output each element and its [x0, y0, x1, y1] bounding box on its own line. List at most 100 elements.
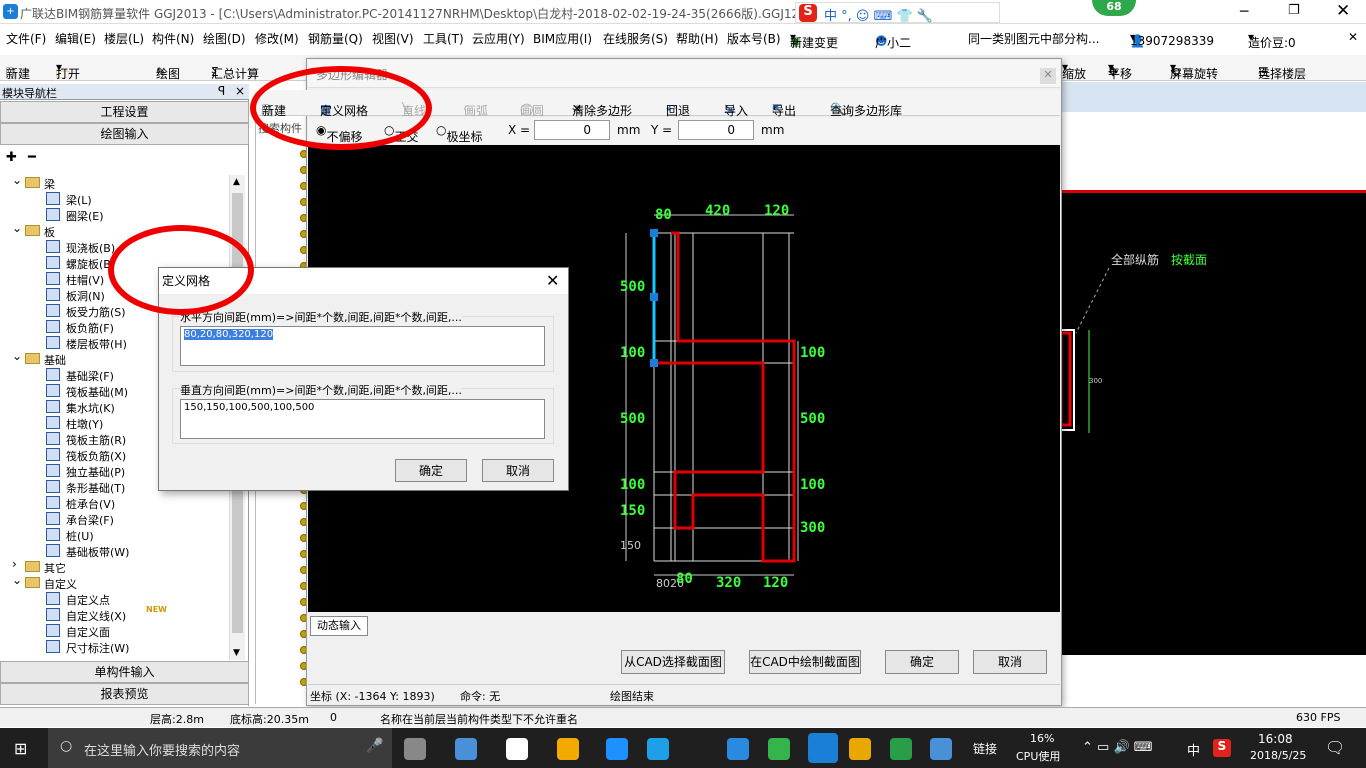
clock-time[interactable]: 16:08 — [1258, 732, 1293, 746]
minimize-button[interactable]: ─ — [1240, 4, 1248, 20]
menu-view[interactable]: 视图(V) — [372, 30, 414, 47]
menu-bim[interactable]: BIM应用(I) — [533, 30, 592, 47]
ie-icon[interactable] — [506, 738, 528, 760]
settings-app-icon[interactable] — [557, 738, 579, 760]
dialog-cancel-button[interactable]: 取消 — [482, 459, 554, 482]
menu-online[interactable]: 在线服务(S) — [603, 30, 668, 47]
vertex-handle[interactable] — [650, 229, 658, 237]
close-window-button[interactable]: ✕ — [1336, 1, 1350, 21]
polygon-editor-close-icon[interactable]: ✕ — [1040, 68, 1056, 84]
report-preview-button[interactable]: 报表预览 — [0, 683, 249, 705]
nav-panel-header: 模块导航栏 ꟼ × — [0, 84, 249, 100]
draw-input-button[interactable]: 绘图输入 — [0, 123, 249, 145]
dynamic-input-tab[interactable]: 动态输入 — [310, 616, 368, 636]
tree-folder[interactable]: › 其它 — [0, 557, 229, 575]
beans-menu[interactable]: 造价豆:0 ▾ — [1248, 30, 1296, 50]
notification-icon[interactable]: 🗨 — [1325, 738, 1345, 757]
component-icon — [46, 624, 60, 637]
menu-modify[interactable]: 修改(M) — [255, 30, 299, 47]
poly-ok-button[interactable]: 确定 — [885, 650, 959, 674]
tree-item[interactable]: 圈梁(E) — [0, 207, 229, 223]
collapse-all-icon[interactable]: ━ — [28, 150, 36, 165]
edge-icon[interactable] — [606, 738, 628, 760]
glodon-plus-icon[interactable] — [808, 733, 838, 763]
tree-expander-icon[interactable]: ⌄ — [12, 221, 22, 235]
ime-toolbar[interactable]: S中 °, ☺ ⌨ 👕 🔧 — [795, 2, 1000, 24]
f-app-icon[interactable] — [890, 738, 912, 760]
tree-item[interactable]: 尺寸标注(W) — [0, 639, 229, 655]
expand-all-icon[interactable]: ✚ — [6, 150, 17, 165]
tree-item[interactable]: 梁(L) — [0, 191, 229, 207]
open-button[interactable]: 🗁 打开 ▾ — [56, 60, 80, 81]
folder-icon — [25, 577, 40, 588]
poly-cancel-button[interactable]: 取消 — [973, 650, 1047, 674]
polar-radio[interactable]: ○ 极坐标 — [436, 123, 483, 144]
single-component-button[interactable]: 单构件输入 — [0, 661, 249, 683]
tree-expander-icon[interactable]: › — [12, 557, 17, 571]
dialog-ok-button[interactable]: 确定 — [395, 459, 467, 482]
vertex-handle[interactable] — [650, 359, 658, 367]
menu-draw[interactable]: 绘图(D) — [203, 30, 246, 47]
menu-cloud[interactable]: 云应用(Y) — [472, 30, 525, 47]
sogou-icon[interactable]: S — [1213, 739, 1231, 757]
remote-icon[interactable] — [930, 738, 952, 760]
menu-tools[interactable]: 工具(T) — [423, 30, 464, 47]
tree-item[interactable]: 承台梁(F) — [0, 511, 229, 527]
notice-text[interactable]: 同一类别图元中部分构... — [968, 30, 1099, 47]
glodon-g-icon[interactable] — [727, 738, 749, 760]
notes-icon[interactable] — [849, 738, 871, 760]
menu-help[interactable]: 帮助(H) — [676, 30, 718, 47]
menu-floor[interactable]: 楼层(L) — [104, 30, 144, 47]
vertical-spacing-input[interactable]: 150,150,100,500,100,500 — [180, 399, 545, 439]
windows-start-icon[interactable]: ⊞ — [14, 739, 27, 758]
tree-label: 自定义线(X) — [66, 610, 127, 623]
tray-icons[interactable]: ⌃ ▭ 🔊 ⌨ — [1082, 740, 1153, 755]
menu-file[interactable]: 文件(F) — [6, 30, 46, 47]
menu-close-icon[interactable]: ✕ — [1348, 30, 1358, 44]
tree-label: 基础梁(F) — [66, 370, 114, 383]
pan-button[interactable]: ✥ 平移 ▾ — [1108, 60, 1132, 81]
zoom-button[interactable]: 缩放 ▾ — [1062, 60, 1086, 81]
green-app-icon[interactable] — [768, 738, 790, 760]
draw-in-cad-button[interactable]: 在CAD中绘制截面图 — [749, 650, 861, 674]
dialog-close-icon[interactable]: ✕ — [546, 271, 559, 290]
engineering-setup-button[interactable]: 工程设置 — [0, 101, 249, 123]
tree-item[interactable]: 自定义线(X) NEW — [0, 605, 229, 623]
tree-item[interactable]: 自定义点 — [0, 591, 229, 607]
tree-folder[interactable]: ⌄ 自定义 — [0, 573, 229, 591]
tree-label: 梁(L) — [66, 194, 92, 207]
y-input[interactable]: 0 — [678, 120, 754, 140]
tree-item[interactable]: 自定义面 — [0, 623, 229, 639]
ie2-icon[interactable] — [647, 738, 669, 760]
panel-close-icon[interactable]: × — [235, 84, 245, 98]
maximize-button[interactable]: ❐ — [1288, 3, 1300, 18]
select-from-cad-button[interactable]: 从CAD选择截面图 — [621, 650, 725, 674]
menu-rebar[interactable]: 钢筋量(Q) — [308, 30, 363, 47]
fan-app-icon[interactable] — [455, 738, 477, 760]
tree-item[interactable]: 基础板带(W) — [0, 543, 229, 559]
tree-item[interactable]: 桩(U) — [0, 527, 229, 543]
taskbar-search[interactable]: ○ 在这里输入你要搜索的内容 🎤 — [48, 728, 392, 768]
tree-expander-icon[interactable]: ⌄ — [12, 173, 22, 187]
dim-left-2: 500 — [620, 411, 645, 427]
link-label[interactable]: 链接 — [973, 740, 997, 757]
new-change-menu[interactable]: ▣ 新建变更 ▾ — [790, 30, 838, 50]
component-icon — [46, 240, 60, 253]
tree-expander-icon[interactable]: ⌄ — [12, 573, 22, 587]
horizontal-spacing-input[interactable]: 80,20,80,320,120 — [180, 326, 545, 366]
task-view-icon[interactable] — [404, 738, 426, 760]
tree-label: 柱墩(Y) — [66, 418, 104, 431]
tree-expander-icon[interactable]: ⌄ — [12, 349, 22, 363]
x-input[interactable]: 0 — [534, 120, 610, 140]
menu-edit[interactable]: 编辑(E) — [55, 30, 96, 47]
tree-item[interactable]: 桩承台(V) — [0, 495, 229, 511]
vertex-handle[interactable] — [650, 293, 658, 301]
ime-indicator[interactable]: 中 — [1187, 740, 1200, 759]
tree-folder[interactable]: ⌄ 梁 — [0, 173, 229, 191]
pin-icon[interactable]: ꟼ — [218, 84, 225, 98]
menu-component[interactable]: 构件(N) — [152, 30, 194, 47]
clock-date[interactable]: 2018/5/25 — [1250, 749, 1306, 762]
user-menu[interactable]: 👤 13907298339 ▾ — [1130, 30, 1214, 48]
menu-version[interactable]: 版本号(B) — [727, 30, 781, 47]
rotate-button[interactable]: ⟲ 屏幕旋转 ▾ — [1170, 60, 1218, 81]
